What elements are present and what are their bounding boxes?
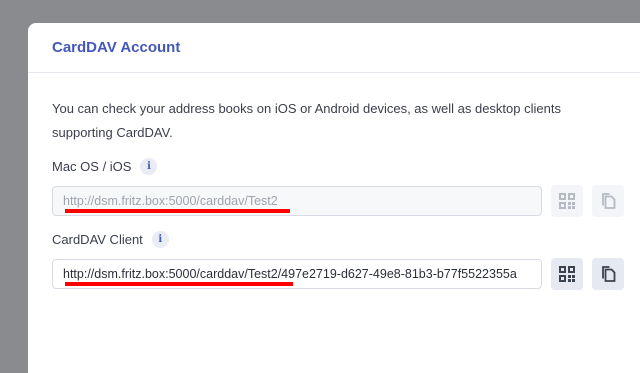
carddav-client-label: CardDAV Client i <box>52 230 640 248</box>
carddav-client-url-field[interactable]: http://dsm.fritz.box:5000/carddav/Test2/… <box>52 259 542 289</box>
panel-title: CardDAV Account <box>52 39 181 56</box>
carddav-client-copy-button[interactable] <box>592 258 624 290</box>
macos-ios-url-value: http://dsm.fritz.box:5000/carddav/Test2 <box>63 194 278 208</box>
redaction-line <box>65 282 293 286</box>
info-icon[interactable]: i <box>140 157 158 175</box>
panel-body: You can check your address books on iOS … <box>28 73 640 290</box>
qr-code-icon <box>559 266 575 282</box>
carddav-client-qr-button[interactable] <box>551 258 583 290</box>
macos-ios-label: Mac OS / iOS i <box>52 157 640 175</box>
copy-icon <box>602 266 616 282</box>
redaction-line <box>65 209 290 213</box>
macos-ios-label-text: Mac OS / iOS <box>52 158 132 174</box>
panel-header: CardDAV Account <box>28 23 640 73</box>
panel-description: You can check your address books on iOS … <box>52 101 561 140</box>
carddav-client-label-text: CardDAV Client <box>52 231 143 247</box>
macos-ios-url-field[interactable]: http://dsm.fritz.box:5000/carddav/Test2 <box>52 186 542 216</box>
carddav-account-panel: CardDAV Account You can check your addre… <box>28 23 640 373</box>
carddav-client-row: http://dsm.fritz.box:5000/carddav/Test2/… <box>52 258 640 290</box>
carddav-client-url-value: http://dsm.fritz.box:5000/carddav/Test2/… <box>63 267 517 281</box>
qr-code-icon <box>559 193 575 209</box>
macos-ios-qr-button[interactable] <box>551 185 583 217</box>
macos-ios-copy-button[interactable] <box>592 185 624 217</box>
info-icon[interactable]: i <box>151 230 169 248</box>
copy-icon <box>602 193 616 209</box>
macos-ios-row: http://dsm.fritz.box:5000/carddav/Test2 <box>52 185 640 217</box>
